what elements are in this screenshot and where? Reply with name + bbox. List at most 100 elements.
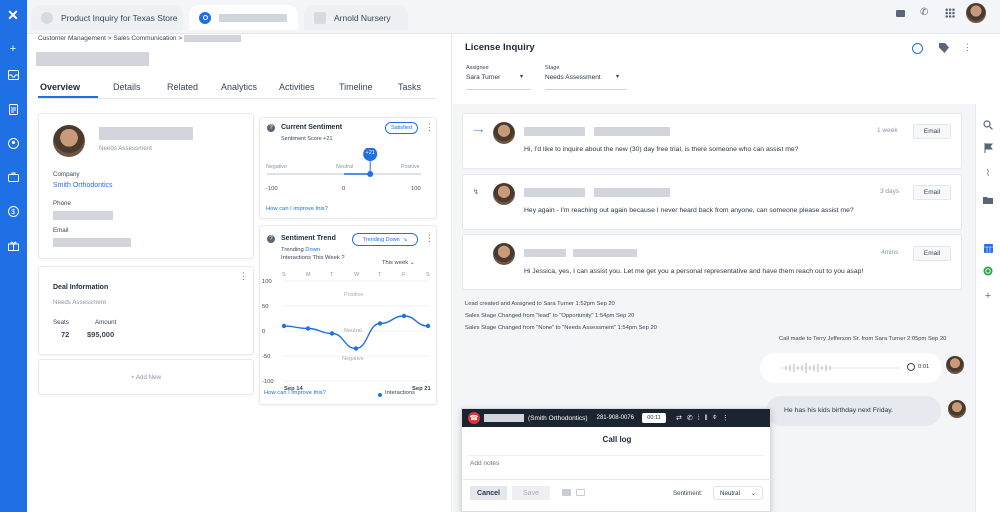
trend-point xyxy=(353,346,359,351)
phone-icon[interactable]: ✆ xyxy=(920,7,928,18)
contacts-icon[interactable] xyxy=(6,136,20,150)
sentiment-select[interactable]: Neutral ⌄ xyxy=(713,486,763,500)
current-sentiment-card: ? Current Sentiment Satisfied ⋮ Sentimen… xyxy=(259,117,437,219)
sentiment-score: Sentiment Score +21 xyxy=(281,136,333,142)
trend-point xyxy=(329,331,335,336)
waveform xyxy=(780,363,900,373)
trend-point xyxy=(305,326,311,331)
mute-icon[interactable]: ⌽ xyxy=(713,414,717,422)
flag-icon[interactable] xyxy=(982,142,994,154)
tab-related[interactable]: Related xyxy=(167,82,198,92)
add-icon[interactable]: + xyxy=(6,42,20,56)
tab-active[interactable] xyxy=(189,5,298,30)
tag-icon[interactable] xyxy=(939,43,949,53)
help-icon[interactable]: ? xyxy=(267,124,275,132)
improve-link[interactable]: How can I improve this? xyxy=(264,390,326,396)
more-options-icon[interactable]: ⋮ xyxy=(425,123,434,132)
scale-max: 100 xyxy=(411,186,421,192)
add-call-icon[interactable]: ✆ xyxy=(687,414,693,422)
inbox-icon[interactable] xyxy=(6,68,20,82)
email-button[interactable]: Email xyxy=(913,246,951,261)
more-options-icon[interactable]: ⋮ xyxy=(425,234,434,243)
day-label: S xyxy=(282,272,286,278)
message-time: 3 days xyxy=(880,188,900,195)
pause-icon[interactable]: ‖ xyxy=(705,415,708,422)
call-note: Call made to Terry Jefferson Sr. from Sa… xyxy=(779,336,947,342)
company-label: Company xyxy=(53,171,80,178)
apps-grid-icon[interactable] xyxy=(945,8,955,18)
sentiment-gauge xyxy=(267,148,421,177)
tab-product-inquiry[interactable]: Product Inquiry for Texas Store xyxy=(31,5,183,30)
clock-icon xyxy=(907,363,915,371)
redacted-address xyxy=(594,127,670,136)
message-time: 1 week xyxy=(877,127,898,134)
tab-details[interactable]: Details xyxy=(113,82,141,92)
y-tick-label: 0 xyxy=(262,329,265,335)
company-link[interactable]: Smith Orthodontics xyxy=(53,182,113,189)
add-new-button[interactable]: + Add New xyxy=(38,359,254,395)
record-tabs: Overview Details Related Analytics Activ… xyxy=(38,79,436,99)
help-icon[interactable]: ? xyxy=(267,235,275,243)
period-select[interactable]: This week ⌄ xyxy=(382,260,415,266)
tab-arnold-nursery[interactable]: Arnold Nursery xyxy=(304,5,408,30)
divider xyxy=(462,479,772,480)
assignee-select[interactable]: Sara Turner ▾ xyxy=(466,74,531,90)
tab-activities[interactable]: Activities xyxy=(279,82,315,92)
improve-link[interactable]: How can I improve this? xyxy=(266,206,328,212)
email-button[interactable]: Email xyxy=(913,185,951,200)
record-panel: Customer Management > Sales Communicatio… xyxy=(27,34,452,512)
folder-icon[interactable] xyxy=(982,194,994,206)
calendar-app-icon[interactable] xyxy=(982,242,994,254)
keypad-icon[interactable]: ⁞ xyxy=(698,415,700,422)
legend-label: Interactions xyxy=(385,390,415,396)
side-tools: ⌇ + xyxy=(975,104,1000,512)
document-icon[interactable] xyxy=(6,102,20,116)
more-options-icon[interactable]: ⋮ xyxy=(239,272,248,281)
dollar-icon[interactable]: $ xyxy=(6,204,20,218)
tab-timeline[interactable]: Timeline xyxy=(339,82,373,92)
tab-overview[interactable]: Overview xyxy=(40,82,80,92)
hangup-icon[interactable]: ☎ xyxy=(468,412,480,424)
email-button[interactable]: Email xyxy=(913,124,951,139)
sentiment-marker-label: +21 xyxy=(365,150,375,156)
attachment-icon[interactable]: ⌇ xyxy=(982,167,994,179)
deal-title: Deal Information xyxy=(53,284,109,291)
trend-point xyxy=(401,313,407,319)
contact-card: Needs Assessment Company Smith Orthodont… xyxy=(38,113,254,259)
search-icon[interactable] xyxy=(982,119,994,131)
assignee-label: Assignee xyxy=(466,65,489,71)
redacted-address xyxy=(594,188,670,197)
notes-input[interactable] xyxy=(468,455,764,471)
whatsapp-icon[interactable] xyxy=(982,265,994,277)
audio-message[interactable]: 0:01 xyxy=(760,353,942,383)
call-timer: 00:11 xyxy=(641,413,666,423)
gift-icon[interactable] xyxy=(6,238,20,252)
user-avatar[interactable] xyxy=(966,3,986,23)
add-icon[interactable]: + xyxy=(982,290,994,302)
message-text: Hey again - I'm reaching out again becau… xyxy=(524,207,854,214)
app-logo-icon[interactable]: ✕ xyxy=(6,7,20,23)
tab-analytics[interactable]: Analytics xyxy=(221,82,257,92)
record-icon[interactable] xyxy=(576,489,585,496)
message-card: 4mins Email Hi Jessica, yes, I can assis… xyxy=(462,234,962,290)
currency-icon[interactable] xyxy=(912,43,923,54)
redacted-sender xyxy=(524,249,566,257)
video-icon[interactable] xyxy=(562,489,571,496)
chat-icon[interactable] xyxy=(896,10,905,17)
more-options-icon[interactable]: ⋮ xyxy=(722,414,729,422)
stage-select[interactable]: Needs Assessment ▾ xyxy=(545,74,627,90)
trend-down-icon: ↘ xyxy=(402,236,408,243)
y-tick-label: 100 xyxy=(262,279,272,285)
caller-company: (Smith Orthodontics) xyxy=(528,414,588,422)
message-text: Hi, I'd like to inquire about the new (3… xyxy=(524,146,799,153)
amount-label: Amount xyxy=(95,319,117,326)
redacted-phone xyxy=(53,211,113,220)
briefcase-icon[interactable] xyxy=(6,170,20,184)
tab-tasks[interactable]: Tasks xyxy=(398,82,421,92)
email-label: Email xyxy=(53,227,69,234)
more-options-icon[interactable]: ⋮ xyxy=(963,43,972,52)
cancel-button[interactable]: Cancel xyxy=(470,486,507,500)
transfer-icon[interactable]: ⇄ xyxy=(676,414,682,422)
redacted-caller xyxy=(484,414,524,422)
save-button[interactable]: Save xyxy=(512,486,550,500)
